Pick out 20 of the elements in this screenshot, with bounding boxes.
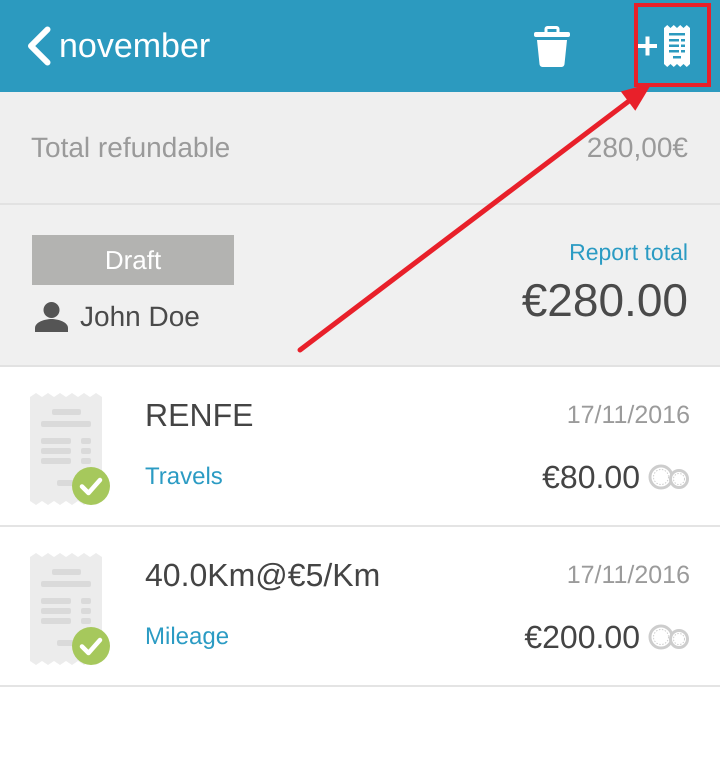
total-refundable-label: Total refundable <box>31 132 230 164</box>
expense-date: 17/11/2016 <box>566 560 690 590</box>
status-badge: Draft <box>32 235 234 285</box>
owner-name: John Doe <box>80 301 200 333</box>
expense-category: Mileage <box>145 623 230 651</box>
trash-button[interactable] <box>534 26 570 66</box>
chevron-left-icon[interactable] <box>27 26 51 66</box>
report-total-amount: €280.00 <box>522 273 688 328</box>
expense-amount: €80.00 <box>542 458 640 496</box>
expense-title: RENFE <box>145 396 254 434</box>
expense-date: 17/11/2016 <box>566 400 690 430</box>
add-receipt-button[interactable] <box>638 25 690 67</box>
expense-amount: €200.00 <box>524 618 640 656</box>
report-total-label: Report total <box>569 238 688 267</box>
coins-icon <box>648 624 690 650</box>
coins-icon <box>648 464 690 490</box>
person-icon <box>35 302 68 332</box>
total-refundable-value: 280,00€ <box>586 132 688 164</box>
expense-title: 40.0Km@€5/Km <box>145 556 380 594</box>
expense-category: Travels <box>145 463 223 491</box>
